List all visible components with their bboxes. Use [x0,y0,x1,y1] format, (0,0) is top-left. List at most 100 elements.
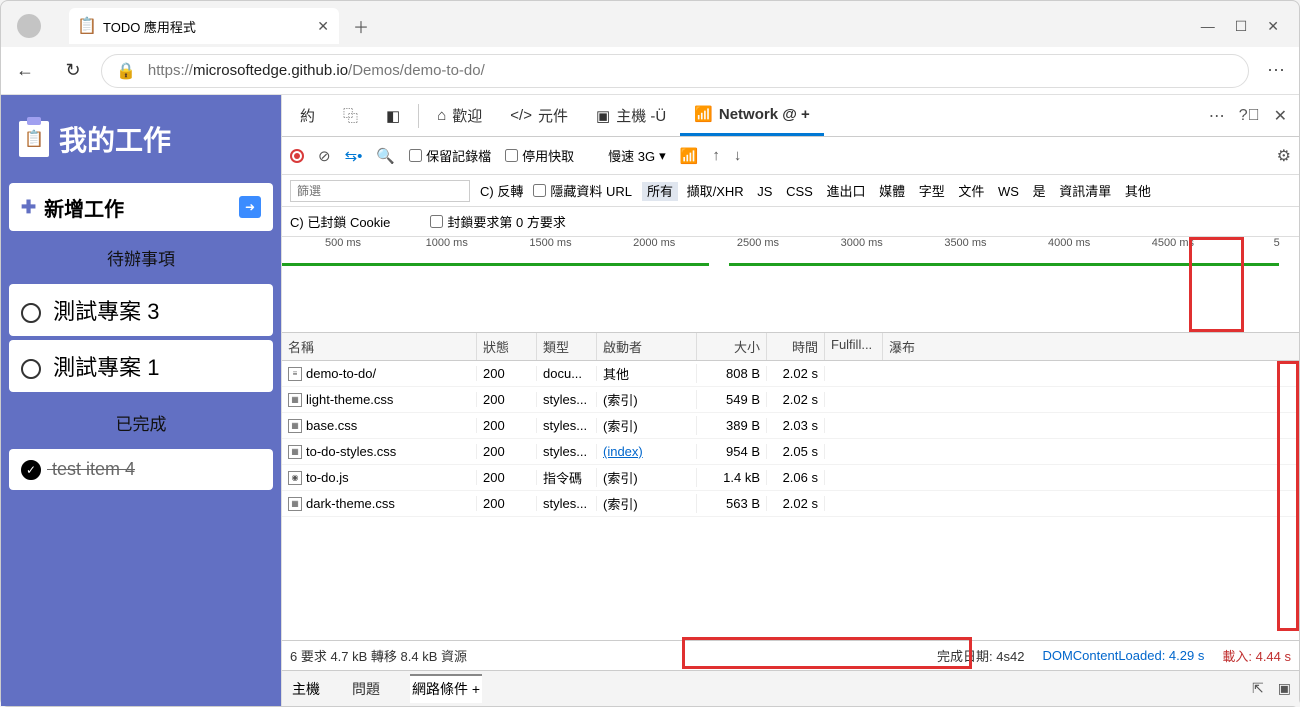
hide-data-url-checkbox[interactable]: 隱藏資料 URL [533,181,632,200]
todo-app: 📋 我的工作 ✚ 新增工作 ➜ 待辦事項 測試專案 3 測試專案 1 已完成 ✓… [1,95,281,706]
filter-type[interactable]: 其他 [1120,182,1156,201]
section-done: 已完成 [9,404,273,441]
tab-network[interactable]: 📶Network @ + [680,95,824,136]
settings-icon[interactable]: ⚙ [1277,146,1291,166]
filter-input[interactable] [290,180,470,202]
dock-icon[interactable]: ◧ [372,95,414,136]
network-row[interactable]: ▦to-do-styles.css200styles...(index)954 … [282,439,1299,465]
drawer-host[interactable]: 主機 [290,675,322,703]
inspect-tab[interactable]: 約 [286,95,329,136]
back-button[interactable]: ← [5,51,45,91]
timeline-tick: 5 [1274,237,1280,249]
filter-type[interactable]: 擷取/XHR [682,182,749,201]
network-timeline[interactable]: 500 ms 1000 ms 1500 ms 2000 ms 2500 ms 3000 m… [282,237,1299,333]
network-table-body[interactable]: ≡demo-to-do/200docu...其他808 B2.02 s▦ligh… [282,361,1299,640]
disable-cache-checkbox[interactable]: 停用快取 [505,146,574,165]
app-title: 我的工作 [59,119,171,159]
tab-welcome[interactable]: ⌂歡迎 [423,95,496,136]
drawer-expand-icon[interactable]: ⇱ [1252,680,1264,697]
filter-type[interactable]: 資訊清單 [1054,182,1116,201]
filter-type[interactable]: 媒體 [874,182,910,201]
network-row[interactable]: ▦base.css200styles...(索引)389 B2.03 s [282,413,1299,439]
close-tab-icon[interactable]: ✕ [317,18,329,35]
tab-sources[interactable]: ▣主機 -Ü [582,95,680,136]
refresh-button[interactable]: ↻ [53,51,93,91]
section-todo: 待辦事項 [9,239,273,276]
filter-type[interactable]: 文件 [953,182,989,201]
filter-type[interactable]: 字型 [914,182,950,201]
drawer-network-conditions[interactable]: 網路條件 + [410,674,482,703]
network-row[interactable]: ▦light-theme.css200styles...(索引)549 B2.0… [282,387,1299,413]
device-toggle-icon[interactable]: ⿻ [329,95,372,136]
search-icon[interactable]: 🔍 [376,147,395,165]
highlight-box-2 [1277,361,1299,631]
submit-task-button[interactable]: ➜ [239,196,261,218]
tab-title: TODO 應用程式 [103,17,309,36]
record-button[interactable] [290,149,304,163]
timeline-tick: 2500 ms [737,237,779,249]
file-icon: ≡ [288,367,302,381]
network-row[interactable]: ◉to-do.js200指令碼(索引)1.4 kB2.06 s [282,465,1299,491]
preserve-log-checkbox[interactable]: 保留記錄檔 [409,146,491,165]
help-icon[interactable]: ?⃝ [1239,107,1260,125]
task-item[interactable]: 測試專案 3 [9,284,273,336]
throttle-select[interactable]: 慢速 3G ▾ [608,146,666,165]
file-icon: ▦ [288,393,302,407]
add-task-input[interactable]: ✚ 新增工作 ➜ [9,183,273,231]
url-text: https://microsoftedge.github.io/Demos/de… [148,62,485,79]
close-devtools-icon[interactable]: ✕ [1274,106,1287,126]
tab-favicon: 📋 [79,18,95,34]
file-icon: ▦ [288,419,302,433]
blocked-requests-checkbox[interactable]: 封鎖要求第 0 方要求 [430,212,565,231]
filter-toggle-icon[interactable]: ⇆• [345,147,363,165]
highlight-box [1189,237,1244,332]
filter-type[interactable]: JS [752,182,777,201]
chevron-down-icon: ▾ [659,148,666,164]
maximize-icon[interactable]: ☐ [1235,18,1248,35]
network-table-header[interactable]: 名稱 狀態 類型 啟動者 大小 時間 Fulfill... 瀑布 [282,333,1299,361]
network-row[interactable]: ≡demo-to-do/200docu...其他808 B2.02 s [282,361,1299,387]
new-tab-button[interactable]: ＋ [349,10,373,42]
drawer-dock-icon[interactable]: ▣ [1278,680,1291,697]
browser-menu-icon[interactable]: ⋯ [1267,60,1285,81]
clipboard-icon: 📋 [19,121,49,157]
network-row[interactable]: ▦dark-theme.css200styles...(索引)563 B2.02… [282,491,1299,517]
file-icon: ▦ [288,497,302,511]
timeline-tick: 500 ms [325,237,361,249]
task-item[interactable]: 測試專案 1 [9,340,273,392]
minimize-icon[interactable]: — [1201,18,1215,35]
lock-icon: 🔒 [116,61,136,81]
close-window-icon[interactable]: ✕ [1267,18,1279,35]
clear-button[interactable]: ⊘ [318,147,331,165]
timeline-tick: 4000 ms [1048,237,1090,249]
filter-type[interactable]: 是 [1028,182,1051,201]
file-icon: ▦ [288,445,302,459]
timeline-tick: 4500 ms [1152,237,1194,249]
task-item-done[interactable]: ✓ test item 4 [9,449,273,490]
more-tools-icon[interactable]: ⋯ [1209,106,1225,126]
filter-type[interactable]: 進出口 [821,182,870,201]
blocked-cookies-label[interactable]: C) 已封鎖 Cookie [290,212,390,231]
plus-icon: ✚ [21,197,36,218]
profile-avatar[interactable] [17,14,41,38]
drawer-issues[interactable]: 問題 [350,675,382,703]
wifi-icon[interactable]: 📶 [680,147,699,165]
timeline-tick: 3000 ms [841,237,883,249]
upload-icon[interactable]: ↑ [712,147,720,164]
filter-type[interactable]: CSS [781,182,818,201]
timeline-tick: 2000 ms [633,237,675,249]
invert-label[interactable]: C) 反轉 [480,181,523,200]
timeline-tick: 1500 ms [529,237,571,249]
timeline-tick: 1000 ms [426,237,468,249]
network-summary: 6 要求 4.7 kB 轉移 8.4 kB 資源 完成日期: 4s42 DOMC… [282,640,1299,670]
browser-tab[interactable]: 📋 TODO 應用程式 ✕ [69,8,339,44]
address-bar[interactable]: 🔒 https://microsoftedge.github.io/Demos/… [101,54,1249,88]
highlight-box-3 [682,637,972,669]
timeline-tick: 3500 ms [944,237,986,249]
tab-elements[interactable]: </>元件 [496,95,582,136]
file-icon: ◉ [288,471,302,485]
filter-type[interactable]: WS [993,182,1024,201]
filter-type[interactable]: 所有 [642,182,678,201]
download-icon[interactable]: ↓ [734,147,742,164]
devtools-panel: 約 ⿻ ◧ ⌂歡迎 </>元件 ▣主機 -Ü 📶Network @ + ⋯ ?⃝… [281,95,1299,706]
